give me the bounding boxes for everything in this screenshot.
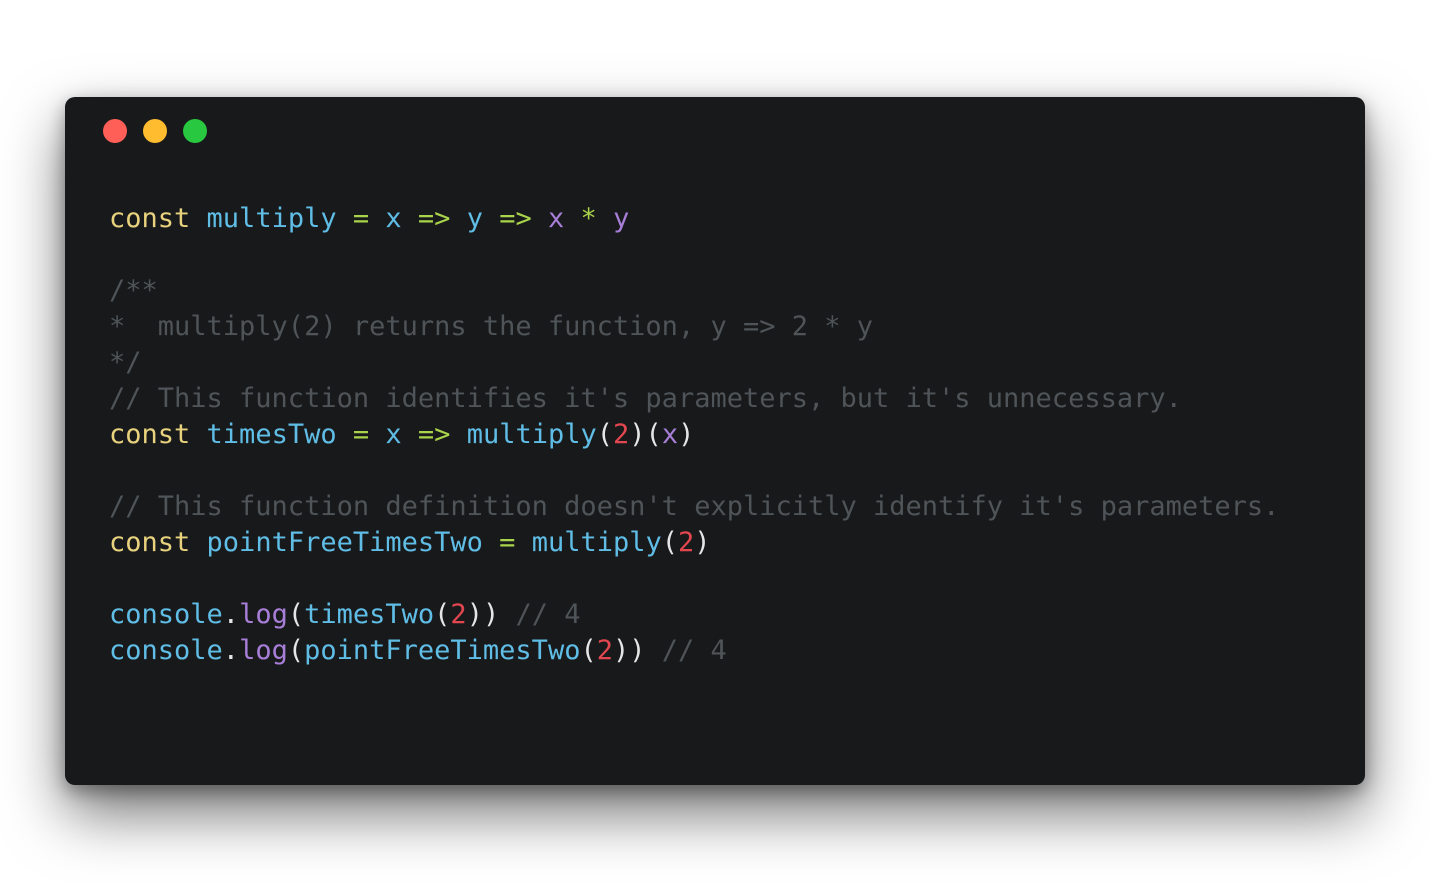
code-token-punct — [499, 599, 515, 630]
code-token-identifier: pointFreeTimesTwo — [304, 635, 581, 666]
code-line: // This function definition doesn't expl… — [109, 489, 1279, 525]
code-token-punct — [190, 527, 206, 558]
code-token-number: 2 — [596, 635, 613, 666]
code-line: * multiply(2) returns the function, y =>… — [109, 309, 1279, 345]
code-line: console.log(timesTwo(2)) // 4 — [109, 597, 1279, 633]
code-token-punct — [190, 203, 206, 234]
code-token-number: 2 — [613, 419, 630, 450]
code-token-punct — [483, 527, 499, 558]
code-token-operator: = — [352, 203, 370, 234]
code-token-punct: ( — [596, 419, 614, 450]
code-token-punct — [402, 419, 418, 450]
code-token-punct: ( — [287, 635, 305, 666]
code-token-identifier: multiply — [531, 527, 662, 558]
code-line: const timesTwo = x => multiply(2)(x) — [109, 417, 1279, 453]
code-token-operator: * — [580, 203, 597, 234]
code-token-identifier: multiply — [206, 203, 337, 234]
minimize-dot[interactable] — [143, 119, 167, 143]
code-token-punct: . — [222, 599, 240, 630]
close-dot[interactable] — [103, 119, 127, 143]
code-token-punct — [532, 203, 548, 234]
code-token-comment: // This function identifies it's paramet… — [109, 383, 1182, 414]
code-block: const multiply = x => y => x * y /** * mul… — [109, 201, 1279, 669]
code-token-param: x — [661, 419, 679, 450]
code-token-punct — [564, 203, 580, 234]
code-line: console.log(pointFreeTimesTwo(2)) // 4 — [109, 633, 1279, 669]
code-token-punct — [450, 419, 466, 450]
code-token-punct: ( — [645, 419, 662, 450]
code-token-identifier: x — [385, 203, 402, 234]
code-token-punct — [483, 203, 499, 234]
code-token-punct: ( — [434, 599, 451, 630]
code-line: // This function identifies it's paramet… — [109, 381, 1279, 417]
code-token-punct: ( — [287, 599, 305, 630]
code-token-punct — [337, 203, 353, 234]
code-token-identifier: x — [385, 419, 402, 450]
code-token-number: 2 — [450, 599, 467, 630]
code-line: */ — [109, 345, 1279, 381]
code-token-punct: ) — [678, 419, 695, 450]
code-token-punct: ) — [694, 527, 711, 558]
code-token-operator: => — [417, 203, 451, 234]
code-token-keyword: const — [109, 203, 191, 234]
code-token-punct — [450, 203, 466, 234]
maximize-dot[interactable] — [183, 119, 207, 143]
code-token-punct — [337, 419, 353, 450]
code-line: const multiply = x => y => x * y — [109, 201, 1279, 237]
code-token-punct — [597, 203, 613, 234]
code-token-punct — [402, 203, 418, 234]
code-token-punct — [369, 419, 385, 450]
page: { "window": { "traffic_lights": [ {"name… — [0, 0, 1430, 882]
code-token-punct: )) — [612, 635, 646, 666]
code-token-punct: ( — [661, 527, 678, 558]
code-token-comment: */ — [109, 347, 142, 378]
code-token-operator: = — [352, 419, 370, 450]
code-token-comment: /** — [109, 275, 158, 306]
code-token-keyword: const — [109, 419, 191, 450]
code-token-comment: // 4 — [515, 599, 581, 630]
code-token-punct: ) — [629, 419, 646, 450]
code-token-punct — [646, 635, 662, 666]
window-controls — [103, 119, 207, 143]
code-token-identifier: y — [466, 203, 483, 234]
code-token-param: x — [548, 203, 565, 234]
code-token-keyword: const — [109, 527, 191, 558]
code-token-comment: // 4 — [661, 635, 727, 666]
code-token-param: log — [239, 635, 288, 666]
code-token-punct: ( — [580, 635, 597, 666]
code-token-number: 2 — [678, 527, 695, 558]
code-token-comment: // This function definition doesn't expl… — [109, 491, 1280, 522]
code-token-param: log — [239, 599, 288, 630]
code-token-identifier: pointFreeTimesTwo — [206, 527, 483, 558]
code-token-punct — [190, 419, 206, 450]
code-token-identifier: timesTwo — [206, 419, 337, 450]
code-token-identifier: console — [109, 635, 223, 666]
code-token-punct: )) — [466, 599, 500, 630]
code-token-operator: = — [499, 527, 516, 558]
code-token-identifier: timesTwo — [304, 599, 435, 630]
code-token-comment: * multiply(2) returns the function, y =>… — [109, 311, 874, 342]
code-line: /** — [109, 273, 1279, 309]
code-token-operator: => — [499, 203, 532, 234]
code-token-punct — [515, 527, 531, 558]
code-token-punct: . — [222, 635, 240, 666]
code-window: const multiply = x => y => x * y /** * mul… — [65, 97, 1365, 785]
code-token-punct — [369, 203, 385, 234]
code-token-operator: => — [417, 419, 451, 450]
code-token-param: y — [613, 203, 630, 234]
code-line: const pointFreeTimesTwo = multiply(2) — [109, 525, 1279, 561]
code-token-identifier: multiply — [466, 419, 597, 450]
code-token-identifier: console — [109, 599, 223, 630]
